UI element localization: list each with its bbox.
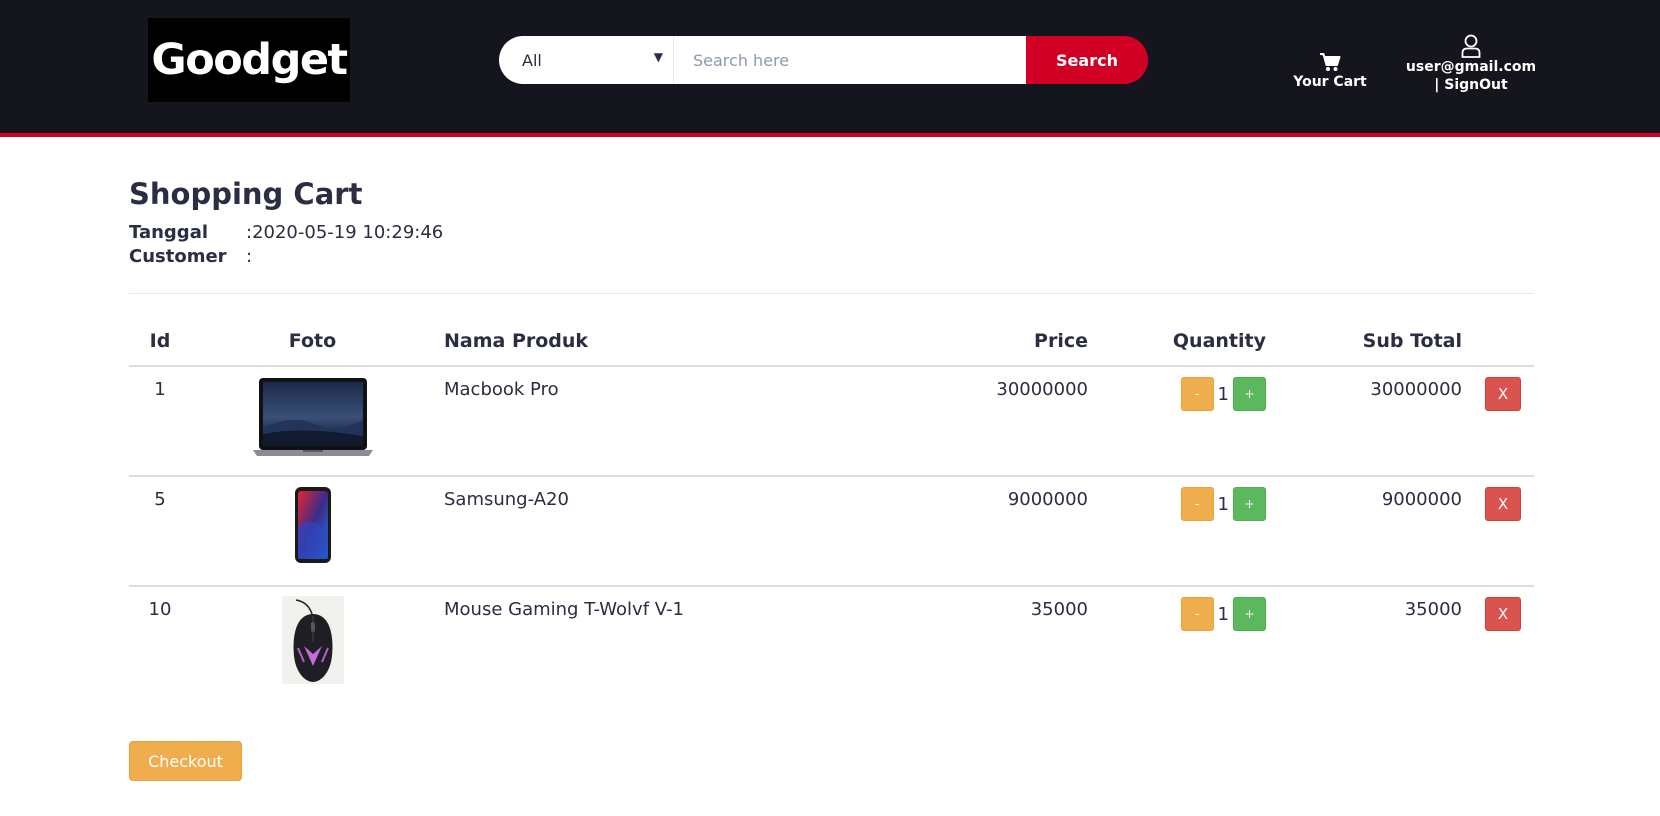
cart-label: Your Cart	[1293, 74, 1367, 90]
quantity-stepper: - 1 +	[1180, 377, 1266, 411]
quantity-value: 1	[1217, 493, 1229, 515]
column-header-id: Id	[149, 329, 171, 352]
tanggal-label: Tanggal	[129, 222, 209, 243]
customer-value: :	[246, 246, 253, 267]
column-header-quantity: Quantity	[1172, 329, 1266, 352]
increase-quantity-button[interactable]: +	[1233, 377, 1266, 411]
cart-meta: Tanggal :2020-05-19 10:29:46 Customer :	[129, 221, 443, 269]
item-price: 9000000	[1007, 489, 1088, 510]
item-name: Mouse Gaming T-Wolvf V-1	[444, 599, 684, 620]
checkout-button[interactable]: Checkout	[129, 741, 242, 781]
remove-item-button[interactable]: X	[1485, 597, 1521, 631]
remove-item-button[interactable]: X	[1485, 377, 1521, 411]
divider	[129, 293, 1534, 294]
column-header-action	[1472, 316, 1534, 366]
column-header-subtotal: Sub Total	[1362, 329, 1462, 352]
item-name: Macbook Pro	[444, 379, 559, 400]
logo-text: Goodget	[151, 35, 348, 85]
phone-image	[294, 487, 331, 563]
table-header-row: Id Foto Nama Produk Price Quantity Sub T…	[129, 316, 1534, 366]
item-id: 10	[148, 599, 172, 620]
item-subtotal: 35000	[1404, 599, 1462, 620]
item-subtotal: 30000000	[1370, 379, 1462, 400]
item-price: 30000000	[996, 379, 1088, 400]
item-id: 5	[154, 489, 166, 510]
page-title: Shopping Cart	[129, 177, 363, 211]
quantity-stepper: - 1 +	[1180, 487, 1266, 521]
signout-link[interactable]: | SignOut	[1396, 77, 1546, 93]
column-header-foto: Foto	[288, 329, 337, 352]
item-name: Samsung-A20	[444, 489, 569, 510]
chevron-down-icon: ▼	[653, 50, 663, 64]
column-header-name: Nama Produk	[444, 329, 589, 352]
quantity-value: 1	[1217, 383, 1229, 405]
item-price: 35000	[1030, 599, 1088, 620]
table-row: 10 Mouse Gaming T-Wolvf V-1 35000 - 1 + …	[129, 586, 1534, 696]
column-header-price: Price	[1034, 329, 1088, 352]
site-header: Goodget All ▼ Search Your Cart user@gmai…	[0, 0, 1660, 137]
user-email: user@gmail.com	[1405, 59, 1537, 75]
search-bar: All ▼ Search	[499, 36, 1148, 84]
search-input[interactable]	[674, 36, 1026, 84]
tanggal-value: :2020-05-19 10:29:46	[246, 222, 444, 243]
table-row: 5 Samsung-A20 9000000 - 1 + 9000000 X	[129, 476, 1534, 586]
mouse-image	[281, 596, 344, 684]
increase-quantity-button[interactable]: +	[1233, 597, 1266, 631]
user-icon	[1461, 34, 1481, 58]
remove-item-button[interactable]: X	[1485, 487, 1521, 521]
increase-quantity-button[interactable]: +	[1233, 487, 1266, 521]
table-row: 1 Macbook Pro 30000000 - 1 + 30000000 X	[129, 366, 1534, 476]
decrease-quantity-button[interactable]: -	[1180, 597, 1214, 631]
decrease-quantity-button[interactable]: -	[1180, 377, 1214, 411]
search-button[interactable]: Search	[1026, 36, 1148, 84]
cart-link[interactable]: Your Cart	[1290, 52, 1370, 90]
cart-icon	[1320, 53, 1341, 71]
logo[interactable]: Goodget	[148, 18, 350, 102]
category-select[interactable]: All ▼	[499, 36, 674, 84]
cart-table: Id Foto Nama Produk Price Quantity Sub T…	[129, 316, 1534, 696]
category-select-value: All	[522, 50, 542, 70]
quantity-stepper: - 1 +	[1180, 597, 1266, 631]
quantity-value: 1	[1217, 603, 1229, 625]
laptop-image	[252, 378, 373, 456]
item-subtotal: 9000000	[1381, 489, 1462, 510]
user-account: user@gmail.com | SignOut	[1396, 34, 1546, 93]
customer-label: Customer	[129, 246, 227, 267]
decrease-quantity-button[interactable]: -	[1180, 487, 1214, 521]
item-id: 1	[154, 379, 166, 400]
